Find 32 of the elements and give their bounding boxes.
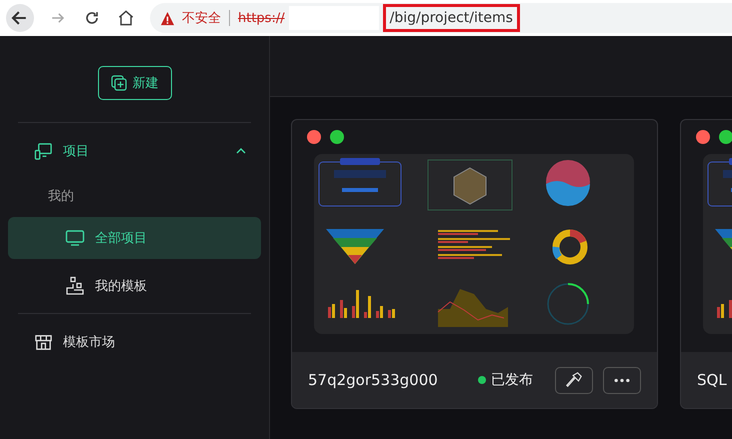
more-icon (613, 378, 631, 382)
sidebar-item[interactable]: 我的模板 (8, 265, 261, 307)
close-dot-icon[interactable] (696, 130, 710, 144)
hammer-icon (565, 371, 583, 389)
status-label: 已发布 (491, 371, 533, 389)
warning-icon (160, 10, 175, 26)
url-scheme: https:// (238, 10, 285, 26)
market-menu-item[interactable]: 模板市场 (8, 314, 261, 370)
sidebar-item[interactable]: 全部项目 (8, 217, 261, 259)
address-bar[interactable]: 不安全 https:// /big/project/items (150, 3, 732, 33)
security-label: 不安全 (182, 10, 221, 27)
projects-menu-header[interactable]: 项目 (8, 123, 261, 179)
project-name: 57q2gor533g000 (308, 371, 439, 389)
monitor-icon (65, 228, 85, 248)
project-card[interactable]: 57q2gor533g000 已发布 (291, 119, 658, 409)
store-icon (34, 332, 53, 352)
devices-icon (34, 142, 53, 160)
maximize-dot-icon (330, 130, 344, 144)
edit-button[interactable] (555, 366, 593, 394)
maximize-dot-icon (719, 130, 732, 144)
project-card[interactable]: SQL (680, 119, 732, 409)
new-button[interactable]: 新建 (98, 66, 172, 100)
url-path: /big/project/items (382, 4, 520, 32)
section-label: 我的 (47, 188, 75, 206)
template-icon (65, 276, 85, 296)
add-icon (110, 75, 126, 91)
back-icon[interactable] (6, 4, 34, 32)
project-name: SQL (697, 371, 728, 389)
home-icon[interactable] (116, 8, 136, 28)
more-button[interactable] (603, 366, 641, 394)
status-dot-icon (478, 376, 486, 384)
close-dot-icon[interactable] (307, 130, 321, 144)
